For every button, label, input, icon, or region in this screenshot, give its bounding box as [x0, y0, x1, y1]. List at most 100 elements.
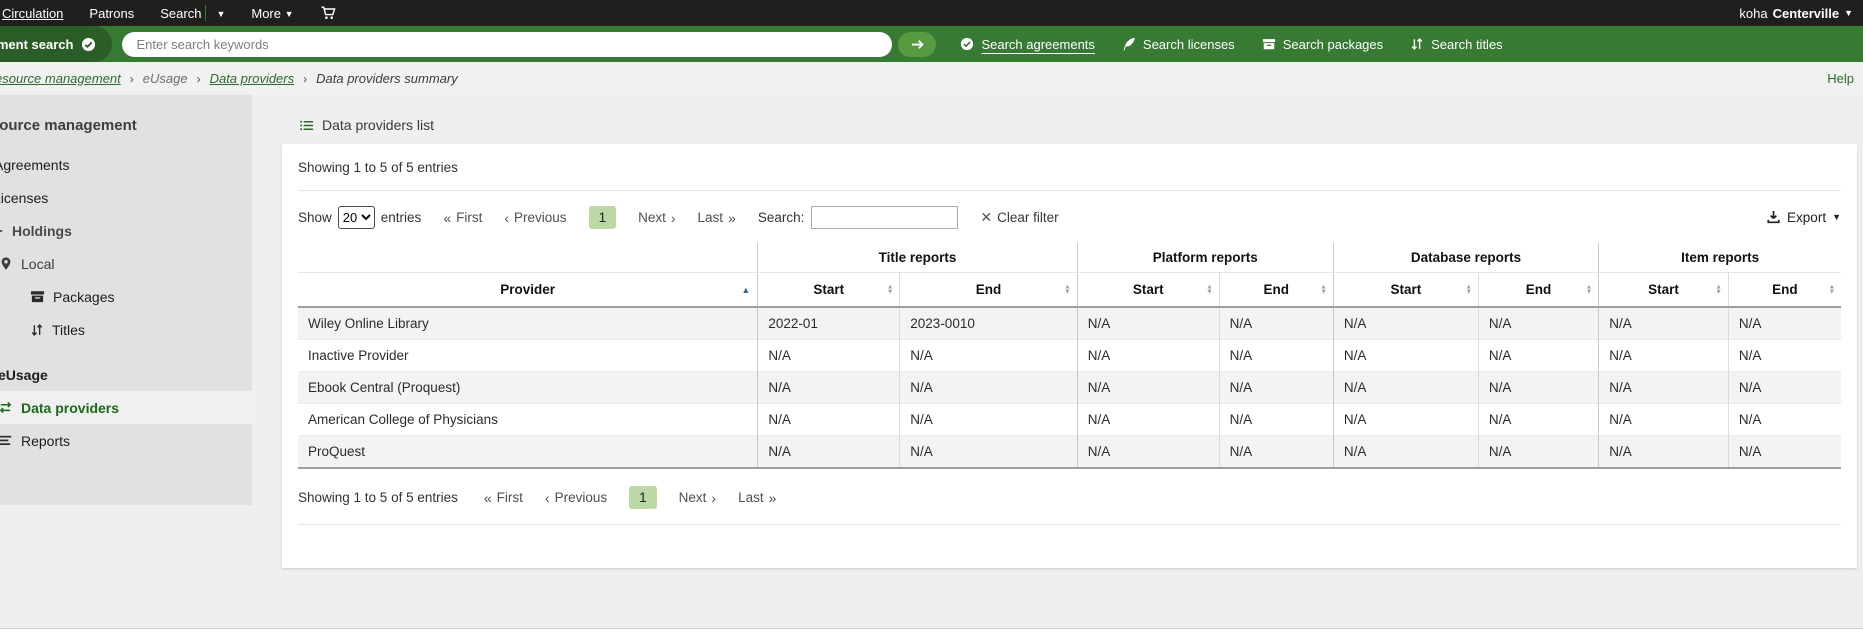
showing-entries-text: Showing 1 to 5 of 5 entries	[298, 490, 458, 505]
user-menu[interactable]: koha Centerville ▼	[1739, 6, 1853, 21]
double-chevron-left-icon: «	[443, 210, 451, 226]
chevron-right-icon: ›	[197, 72, 201, 86]
cell-platform-end: N/A	[1219, 404, 1333, 436]
agreement-search-label: Agreement search	[0, 37, 73, 52]
breadcrumb-erm[interactable]: Electronic resource management	[0, 71, 121, 86]
previous-page-button[interactable]: ‹Previous	[545, 490, 607, 506]
column-header-database-start[interactable]: Start▲▼	[1333, 273, 1478, 308]
table-row: American College of Physicians N/A N/A N…	[298, 404, 1841, 436]
koha-erm-screen: Circulation Patrons Search ▼ More ▼ koha…	[0, 0, 1863, 633]
cell-item-end: N/A	[1728, 436, 1841, 469]
sidebar-item-agreements[interactable]: Agreements	[0, 148, 252, 181]
search-titles-link[interactable]: Search titles	[1410, 37, 1503, 52]
sidebar-item-reports[interactable]: Reports	[0, 424, 252, 457]
search-licenses-link[interactable]: Search licenses	[1122, 37, 1235, 52]
sort-icon: ▲▼	[1586, 284, 1592, 295]
double-chevron-left-icon: «	[484, 490, 492, 506]
cell-provider: Inactive Provider	[298, 340, 758, 372]
table-toolbar: Show 20 entries «First ‹Previous 1 Next›…	[298, 206, 1841, 229]
column-header-database-end[interactable]: End▲▼	[1478, 273, 1598, 308]
page-size-select[interactable]: 20	[338, 206, 375, 229]
data-providers-card: Showing 1 to 5 of 5 entries Show 20 entr…	[282, 144, 1857, 568]
group-header-item-reports: Item reports	[1599, 243, 1841, 273]
cell-title-start: 2022-01	[758, 307, 900, 340]
cell-title-end: N/A	[900, 436, 1077, 469]
nav-item-patrons[interactable]: Patrons	[89, 6, 134, 21]
close-icon: ✕	[980, 209, 992, 226]
export-button[interactable]: Export ▼	[1766, 210, 1841, 225]
cell-platform-end: N/A	[1219, 372, 1333, 404]
cell-title-end: N/A	[900, 404, 1077, 436]
column-header-item-end[interactable]: End▲▼	[1728, 273, 1841, 308]
clear-filter-button[interactable]: ✕ Clear filter	[980, 209, 1058, 226]
cell-database-start: N/A	[1333, 307, 1478, 340]
cell-platform-end: N/A	[1219, 340, 1333, 372]
sidebar-item-titles[interactable]: Titles	[24, 313, 252, 346]
first-page-button[interactable]: «First	[484, 490, 523, 506]
sidebar-heading: Electronic resource management	[0, 117, 252, 134]
sidebar-item-local[interactable]: Local	[0, 247, 252, 280]
double-chevron-right-icon: »	[769, 490, 777, 506]
cell-platform-start: N/A	[1077, 436, 1219, 469]
table-row: Ebook Central (Proquest) N/A N/A N/A N/A…	[298, 372, 1841, 404]
nav-item-more[interactable]: More ▼	[251, 6, 293, 21]
page-bottom-divider	[0, 628, 1863, 633]
column-header-platform-end[interactable]: End▲▼	[1219, 273, 1333, 308]
column-header-title-end[interactable]: End▲▼	[900, 273, 1077, 308]
sort-icon: ▲▼	[1715, 284, 1721, 295]
cell-item-start: N/A	[1599, 436, 1729, 469]
agreement-search-tab[interactable]: Agreement search	[0, 26, 112, 62]
cell-item-end: N/A	[1728, 372, 1841, 404]
current-page-button[interactable]: 1	[589, 206, 617, 229]
archive-box-icon	[1262, 37, 1276, 51]
column-header-platform-start[interactable]: Start▲▼	[1077, 273, 1219, 308]
nav-item-circulation[interactable]: Circulation	[2, 6, 63, 21]
help-link[interactable]: Help	[1827, 71, 1854, 86]
entries-label: entries	[381, 210, 422, 225]
sidebar-item-packages[interactable]: Packages	[24, 280, 252, 313]
search-agreements-link[interactable]: Search agreements	[960, 37, 1094, 52]
previous-page-button[interactable]: ‹Previous	[504, 210, 566, 226]
next-page-button[interactable]: Next›	[638, 210, 675, 226]
cell-provider: ProQuest	[298, 436, 758, 469]
column-header-provider[interactable]: Provider ▲	[298, 273, 758, 308]
submit-search-button[interactable]	[898, 32, 936, 57]
cart-icon	[320, 5, 337, 21]
nav-item-search[interactable]: Search	[160, 6, 201, 21]
last-page-button[interactable]: Last»	[698, 210, 736, 226]
search-packages-link[interactable]: Search packages	[1262, 37, 1383, 52]
sidebar-item-licenses[interactable]: Licenses	[0, 181, 252, 214]
search-dropdown-button[interactable]: ▼	[216, 6, 225, 21]
cell-database-start: N/A	[1333, 404, 1478, 436]
cart-button[interactable]	[320, 5, 337, 21]
breadcrumb-data-providers[interactable]: Data providers	[210, 71, 295, 86]
breadcrumb: Electronic resource management › eUsage …	[0, 71, 458, 86]
nav-divider	[205, 5, 206, 21]
search-input[interactable]	[122, 32, 892, 57]
check-circle-icon	[81, 37, 96, 52]
erm-sidebar: Electronic resource management Agreement…	[0, 95, 252, 505]
sidebar-item-data-providers[interactable]: Data providers	[0, 391, 252, 424]
cell-platform-start: N/A	[1077, 340, 1219, 372]
cell-item-start: N/A	[1599, 404, 1729, 436]
top-navigation-bar: Circulation Patrons Search ▼ More ▼ koha…	[0, 0, 1863, 26]
cell-platform-start: N/A	[1077, 372, 1219, 404]
sort-icon: ▲▼	[1206, 284, 1212, 295]
cell-provider: American College of Physicians	[298, 404, 758, 436]
data-providers-table: Title reports Platform reports Database …	[298, 243, 1841, 469]
quill-icon	[1122, 37, 1136, 51]
sidebar-item-holdings[interactable]: Holdings	[0, 214, 252, 247]
column-header-title-start[interactable]: Start▲▼	[758, 273, 900, 308]
current-page-button[interactable]: 1	[629, 486, 657, 509]
table-filter-input[interactable]	[811, 206, 958, 229]
sidebar-item-eusage[interactable]: eUsage	[0, 358, 252, 391]
column-header-item-start[interactable]: Start▲▼	[1599, 273, 1729, 308]
list-icon	[299, 118, 314, 133]
table-footer: Showing 1 to 5 of 5 entries «First ‹Prev…	[298, 486, 1841, 509]
cell-platform-end: N/A	[1219, 307, 1333, 340]
chevron-right-icon: ›	[671, 210, 676, 226]
pagination-top: «First ‹Previous 1 Next› Last»	[443, 206, 736, 229]
last-page-button[interactable]: Last»	[738, 490, 776, 506]
first-page-button[interactable]: «First	[443, 210, 482, 226]
next-page-button[interactable]: Next›	[679, 490, 716, 506]
